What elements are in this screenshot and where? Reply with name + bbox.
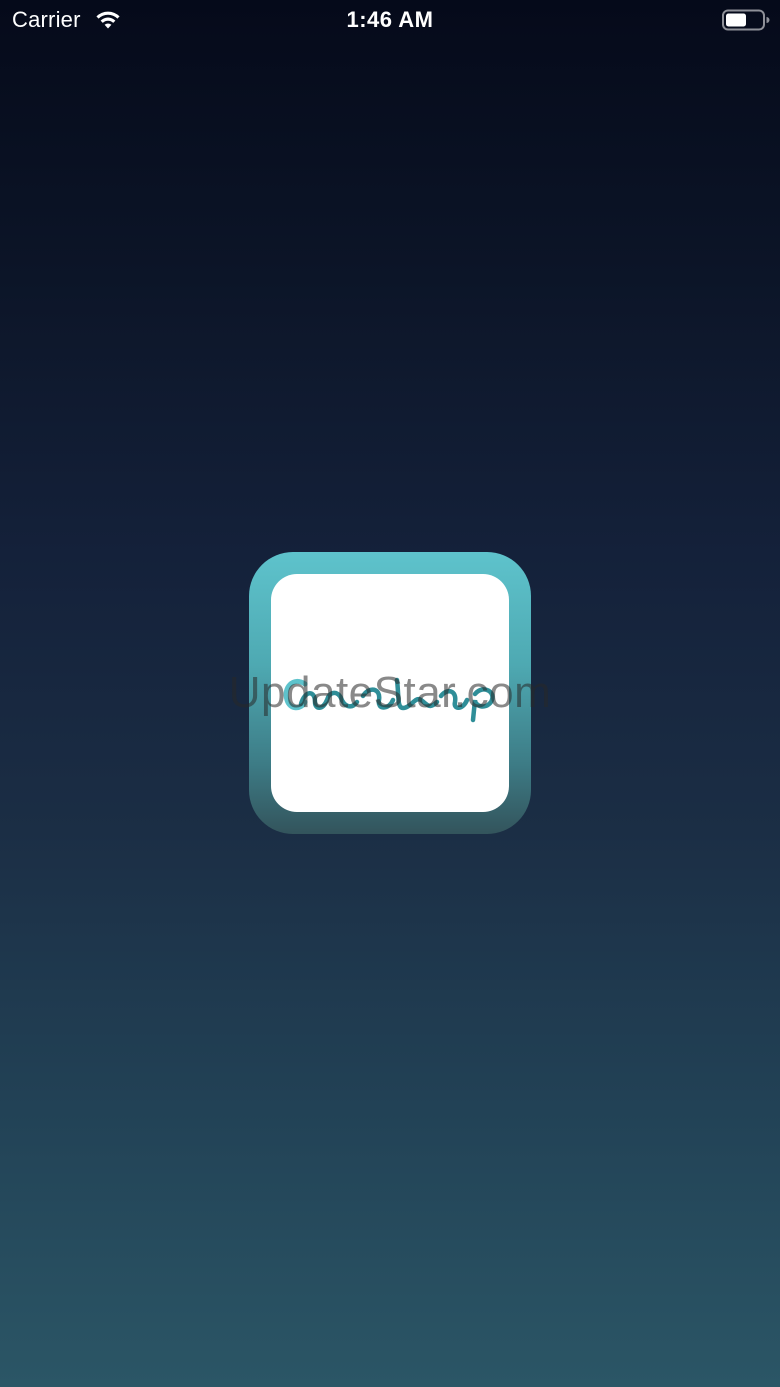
logo-script-mark — [283, 677, 495, 723]
splash-screen: Carrier 1:46 AM UpdateStar.com — [0, 0, 780, 1387]
app-logo-inner — [271, 574, 509, 812]
status-time: 1:46 AM — [346, 7, 434, 32]
battery-icon — [722, 9, 770, 31]
app-logo-icon — [249, 552, 531, 834]
status-bar: Carrier 1:46 AM — [0, 0, 780, 40]
